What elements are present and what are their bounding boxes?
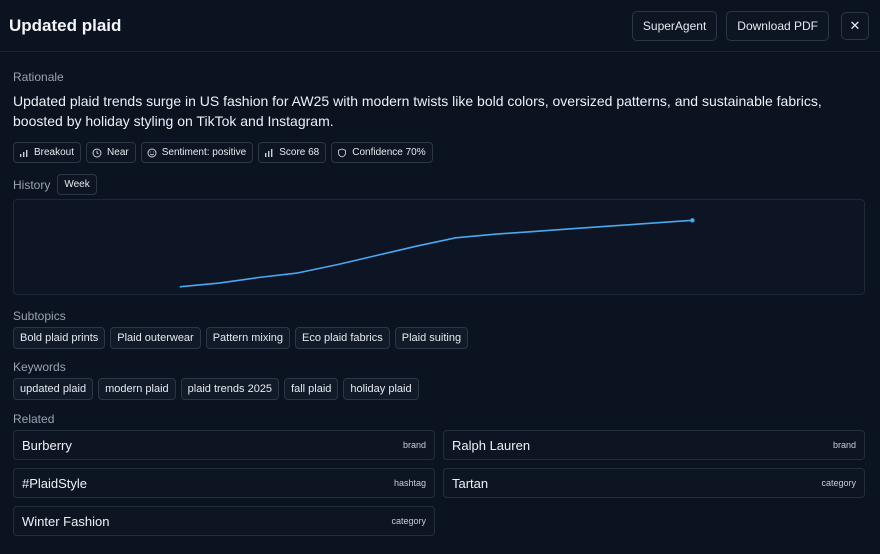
history-label: History xyxy=(13,177,51,192)
series-line xyxy=(179,219,693,288)
related-item-type: brand xyxy=(832,440,856,450)
keywords-label: Keywords xyxy=(13,360,66,374)
badge-label: Breakout xyxy=(34,147,75,158)
badge-label: Score 68 xyxy=(279,147,320,158)
related-item-type: category xyxy=(821,478,856,488)
keywords-list: updated plaid modern plaid plaid trends 20… xyxy=(13,378,866,400)
dialog-header: Updated plaid SuperAgent Download PDF ✕ xyxy=(0,0,880,52)
badge-label: Near xyxy=(107,147,129,158)
badge-near: Near xyxy=(86,142,136,163)
history-header: History Week xyxy=(13,174,866,195)
related-item-type: hashtag xyxy=(393,478,426,488)
clock-icon xyxy=(92,148,102,157)
subtopic-chip[interactable]: Plaid outerwear xyxy=(110,327,201,349)
rationale-label: Rationale xyxy=(13,70,64,84)
badge-row: Breakout Near Sentiment: positive Score … xyxy=(13,142,866,163)
rationale-text: Updated plaid trends surge in US fashion… xyxy=(13,93,822,129)
history-chart xyxy=(13,199,865,295)
keyword-chip[interactable]: updated plaid xyxy=(13,378,94,400)
badge-label: Confidence 70% xyxy=(352,147,426,158)
bar-chart-icon xyxy=(265,148,273,157)
related-item-name: Burberry xyxy=(22,437,72,453)
subtopic-chip[interactable]: Pattern mixing xyxy=(205,327,291,349)
related-item-name: Winter Fashion xyxy=(22,513,110,529)
close-icon: ✕ xyxy=(849,17,861,33)
related-item[interactable]: Tartan category xyxy=(443,468,865,498)
keyword-chip[interactable]: fall plaid xyxy=(284,378,339,400)
history-chart-svg xyxy=(179,218,695,288)
badge-breakout: Breakout xyxy=(13,142,82,163)
related-item[interactable]: Ralph Lauren brand xyxy=(443,430,865,460)
related-item[interactable]: Burberry brand xyxy=(13,430,435,460)
related-item[interactable]: #PlaidStyle hashtag xyxy=(13,468,435,498)
related-item-name: #PlaidStyle xyxy=(22,475,88,491)
shield-icon xyxy=(338,148,347,157)
dialog-content: Rationale Updated plaid trends surge in … xyxy=(13,52,866,536)
related-grid: Burberry brand Ralph Lauren brand #PlaidStyl… xyxy=(13,430,866,536)
subtopics-list: Bold plaid prints Plaid outerwear Pattern … xyxy=(13,327,866,349)
smile-icon xyxy=(147,148,157,157)
badge-label: Sentiment: positive xyxy=(161,147,247,158)
keyword-chip[interactable]: plaid trends 2025 xyxy=(180,378,280,400)
badge-score: Score 68 xyxy=(258,142,327,163)
subtopic-chip[interactable]: Eco plaid fabrics xyxy=(295,327,390,349)
page-title: Updated plaid xyxy=(9,15,122,35)
superagent-button[interactable]: SuperAgent xyxy=(631,10,718,41)
badge-sentiment: Sentiment: positive xyxy=(140,142,254,163)
download-pdf-button[interactable]: Download PDF xyxy=(726,10,829,41)
keyword-chip[interactable]: modern plaid xyxy=(98,378,176,400)
subtopic-chip[interactable]: Plaid suiting xyxy=(394,327,469,349)
range-toggle-week[interactable]: Week xyxy=(57,174,97,195)
related-item-name: Ralph Lauren xyxy=(452,437,531,453)
related-item-name: Tartan xyxy=(452,475,489,491)
subtopics-label: Subtopics xyxy=(13,309,66,323)
subtopic-chip[interactable]: Bold plaid prints xyxy=(13,327,106,349)
badge-confidence: Confidence 70% xyxy=(331,142,433,163)
bar-chart-icon xyxy=(20,149,28,157)
related-label: Related xyxy=(13,412,55,426)
close-button[interactable]: ✕ xyxy=(841,11,869,40)
related-item[interactable]: Winter Fashion category xyxy=(13,506,435,536)
keyword-chip[interactable]: holiday plaid xyxy=(343,378,419,400)
series-end-point xyxy=(690,218,695,223)
related-item-type: category xyxy=(391,516,426,526)
related-item-type: brand xyxy=(402,440,426,450)
